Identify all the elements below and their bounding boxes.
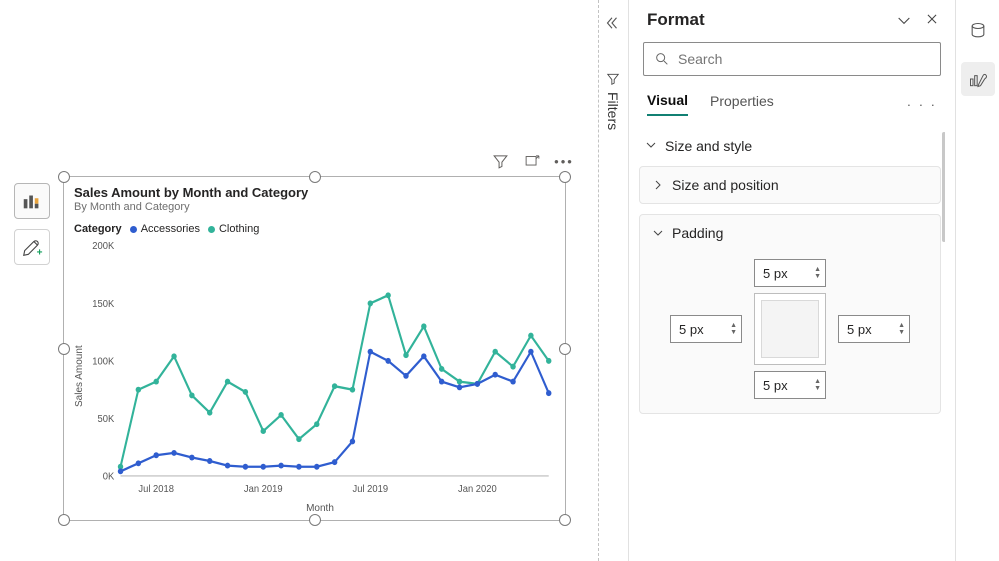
padding-value: 5 px xyxy=(763,266,788,281)
tab-properties[interactable]: Properties xyxy=(710,93,774,115)
focus-mode-icon[interactable] xyxy=(521,150,543,172)
padding-top-input[interactable]: 5 px ▲▼ xyxy=(754,259,826,287)
tab-visual[interactable]: Visual xyxy=(647,92,688,116)
stepper-icon[interactable]: ▲▼ xyxy=(730,322,737,336)
search-input[interactable] xyxy=(678,51,930,67)
filters-label-text: Filters xyxy=(605,92,621,130)
legend-label: Accessories xyxy=(141,223,200,235)
collapse-pane-icon[interactable] xyxy=(603,14,621,35)
svg-text:Jan 2020: Jan 2020 xyxy=(458,484,497,495)
right-activity-bar xyxy=(955,0,999,561)
stacked-column-chart-icon[interactable] xyxy=(14,183,50,219)
section-label: Size and style xyxy=(665,138,752,154)
stepper-icon[interactable]: ▲▼ xyxy=(898,322,905,336)
svg-text:+: + xyxy=(37,247,43,258)
card-title: Padding xyxy=(672,225,723,241)
svg-text:Jul 2019: Jul 2019 xyxy=(353,484,389,495)
card-header-padding[interactable]: Padding xyxy=(640,215,940,251)
more-options-icon[interactable]: · · · xyxy=(907,97,937,112)
resize-handle[interactable] xyxy=(309,171,321,183)
section-size-and-style[interactable]: Size and style xyxy=(639,132,941,166)
resize-handle[interactable] xyxy=(309,514,321,526)
visualization-side-toolbar: + xyxy=(14,183,50,265)
svg-text:200K: 200K xyxy=(92,241,114,252)
data-pane-icon[interactable] xyxy=(961,14,995,48)
svg-text:Jan 2019: Jan 2019 xyxy=(244,484,283,495)
resize-handle[interactable] xyxy=(559,514,571,526)
filter-icon[interactable] xyxy=(489,150,511,172)
chart-plot-area[interactable]: 0K 50K 100K 150K 200K Jul 2018 Jan 2019 Jul 201… xyxy=(85,239,555,501)
search-icon xyxy=(654,51,670,67)
chevron-down-icon xyxy=(645,138,657,154)
format-pane-icon[interactable] xyxy=(961,62,995,96)
card-title: Size and position xyxy=(672,177,779,193)
filters-pane-toggle[interactable]: Filters xyxy=(605,72,621,130)
svg-text:Jul 2018: Jul 2018 xyxy=(138,484,174,495)
format-pane: Format Visual Properties · · · xyxy=(628,0,955,561)
padding-value: 5 px xyxy=(679,322,704,337)
resize-handle[interactable] xyxy=(58,343,70,355)
chevron-down-icon xyxy=(652,227,664,239)
stepper-icon[interactable]: ▲▼ xyxy=(814,378,821,392)
resize-handle[interactable] xyxy=(559,171,571,183)
format-search-box[interactable] xyxy=(643,42,941,76)
visual-header-toolbar: ••• xyxy=(489,150,575,172)
padding-editor: 5 px ▲▼ 5 px ▲▼ 5 px ▲▼ 5 xyxy=(670,259,910,399)
legend-title: Category xyxy=(74,223,122,235)
card-size-and-position: Size and position xyxy=(639,166,941,204)
padding-value: 5 px xyxy=(763,378,788,393)
more-options-icon[interactable]: ••• xyxy=(553,150,575,172)
filters-pane-collapsed: Filters xyxy=(598,0,628,561)
report-canvas[interactable]: + ••• Sales Amount by Month and C xyxy=(0,0,598,561)
format-tabs: Visual Properties · · · xyxy=(629,76,955,116)
x-axis-label: Month xyxy=(85,503,555,514)
svg-text:0K: 0K xyxy=(103,471,115,482)
chart-title: Sales Amount by Month and Category xyxy=(74,185,555,200)
y-axis-label: Sales Amount xyxy=(74,239,85,514)
svg-text:50K: 50K xyxy=(98,413,115,424)
padding-preview-box xyxy=(754,293,826,365)
padding-value: 5 px xyxy=(847,322,872,337)
legend-item-clothing[interactable]: Clothing xyxy=(208,223,259,235)
svg-text:150K: 150K xyxy=(92,298,114,309)
format-pane-title: Format xyxy=(647,10,705,30)
legend-label: Clothing xyxy=(219,223,259,235)
resize-handle[interactable] xyxy=(559,343,571,355)
card-header-size-position[interactable]: Size and position xyxy=(640,167,940,203)
padding-left-input[interactable]: 5 px ▲▼ xyxy=(670,315,742,343)
chart-subtitle: By Month and Category xyxy=(74,201,555,213)
stepper-icon[interactable]: ▲▼ xyxy=(814,266,821,280)
chart-visual-frame[interactable]: Sales Amount by Month and Category By Mo… xyxy=(63,176,566,521)
svg-text:100K: 100K xyxy=(92,356,114,367)
resize-handle[interactable] xyxy=(58,514,70,526)
resize-handle[interactable] xyxy=(58,171,70,183)
legend-item-accessories[interactable]: Accessories xyxy=(130,223,200,235)
chevron-right-icon xyxy=(652,179,664,191)
chevron-down-icon[interactable] xyxy=(895,12,913,28)
scrollbar-thumb[interactable] xyxy=(942,132,945,242)
close-icon[interactable] xyxy=(923,12,941,28)
format-brush-icon[interactable]: + xyxy=(14,229,50,265)
card-padding: Padding 5 px ▲▼ 5 px ▲▼ xyxy=(639,214,941,414)
padding-right-input[interactable]: 5 px ▲▼ xyxy=(838,315,910,343)
chart-legend: Category Accessories Clothing xyxy=(74,223,555,235)
padding-bottom-input[interactable]: 5 px ▲▼ xyxy=(754,371,826,399)
